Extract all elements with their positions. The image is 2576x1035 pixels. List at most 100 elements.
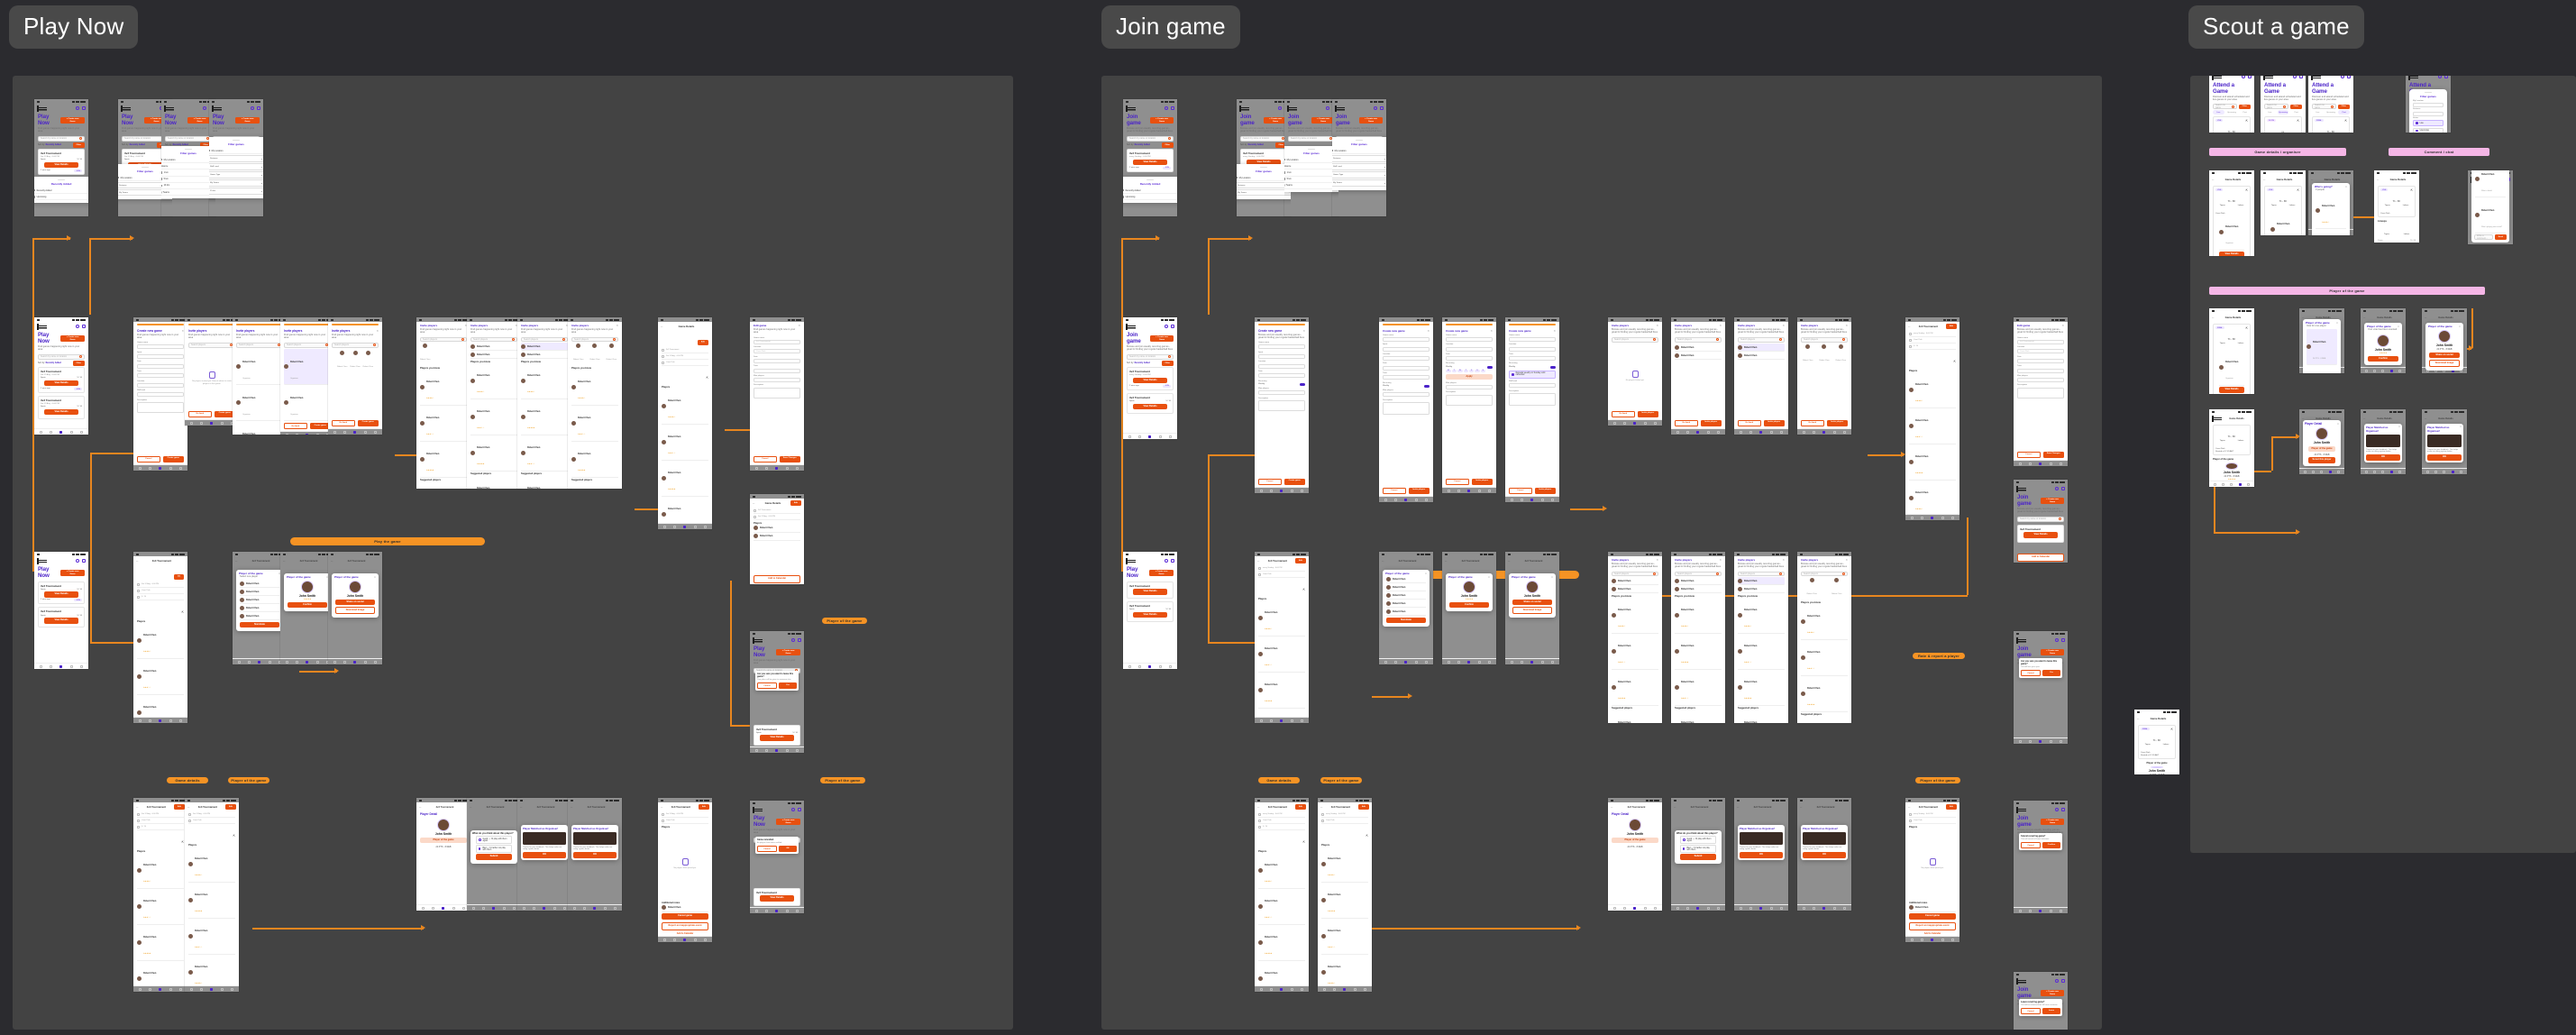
download-image-button[interactable]: Download Image — [1512, 606, 1552, 615]
ok-button[interactable]: OK — [2427, 454, 2462, 461]
attendee-row[interactable]: Robert Chen★★★☆☆ — [2316, 229, 2346, 235]
go-back-button[interactable]: Go back — [332, 419, 355, 426]
cancel-button[interactable]: Cancel — [137, 455, 160, 463]
player-option[interactable]: Robert Chen — [1386, 583, 1426, 591]
cancel-game-button[interactable]: Cancel game — [1909, 913, 1956, 920]
player-row[interactable]: Robert Chen★★★☆☆ — [420, 406, 467, 442]
create-game-button[interactable]: + Create new Game — [60, 334, 85, 343]
sheet-select[interactable]: Distance ▾ — [209, 155, 263, 163]
live-game-card[interactable]: LIVE ⇱ Tigers 71 - 68 Lakers Court Park — [2378, 185, 2416, 217]
player-option[interactable]: Robert Chen — [1386, 608, 1426, 616]
tab-upcoming[interactable]: Upcoming — [2325, 110, 2337, 115]
search-players-input[interactable]: Search players — [284, 342, 331, 348]
add-players-button[interactable]: Invite players — [1471, 478, 1493, 485]
player-row[interactable]: Robert Chen★★★★☆ — [1258, 600, 1305, 637]
back-arrow-icon[interactable]: ← — [520, 805, 523, 809]
share-icon[interactable]: ⇱ — [181, 610, 184, 614]
confirm-button[interactable]: Confirm — [1449, 601, 1489, 609]
sheet-select[interactable]: My Teams ▾ — [1332, 179, 1386, 188]
back-arrow-icon[interactable]: ← — [1674, 805, 1676, 809]
player-row[interactable]: Robert ChenOrganiser — [236, 385, 283, 422]
section-title-join-game[interactable]: Join game — [1101, 5, 1240, 49]
comment-row[interactable]: Robert Chen What a finish! — [2475, 170, 2506, 197]
screen-join-rate-2[interactable]: Invite players ✕ Browse and join weekly r… — [1671, 552, 1725, 723]
bell-icon[interactable] — [82, 325, 86, 328]
bell-icon[interactable] — [1171, 559, 1174, 563]
search-input[interactable]: Search by name or location — [38, 135, 85, 142]
potg-share-dialog[interactable]: Player of the game ✕ John Smith Share on… — [1509, 573, 1556, 618]
screen-invite-empty[interactable]: Invite players✕ Find games happening rig… — [185, 317, 239, 426]
add-to-calendar-button[interactable]: Add to Calendar — [754, 574, 800, 583]
player-row[interactable]: Robert Chen★★★★☆ — [188, 847, 235, 883]
edit-button[interactable]: Ed — [174, 574, 184, 580]
player-row[interactable]: Robert Chen★★★★★ — [470, 435, 517, 472]
invite-players-button[interactable]: Invite players — [1637, 410, 1658, 417]
game-card[interactable]: 3v3 Tournament Spots 5 / 10 View Details — [1127, 601, 1174, 622]
player-row[interactable]: Robert Chen★★★★☆ — [521, 363, 568, 399]
status-option-live[interactable]: Live — [2413, 119, 2444, 127]
back-arrow-icon[interactable]: ← — [1908, 325, 1911, 328]
search-icon[interactable] — [79, 355, 82, 359]
close-icon[interactable]: ✕ — [1553, 329, 1556, 333]
share-icon[interactable]: ⇱ — [2245, 119, 2248, 123]
player-row[interactable]: Robert ChenOrganiser — [236, 349, 283, 386]
player-option[interactable]: Robert Chen — [1386, 600, 1426, 608]
potg-dialog[interactable]: Player of the game ✕ Robert Chen Robert … — [1383, 570, 1430, 627]
player-row[interactable]: Robert Chen★★★★☆ — [420, 370, 467, 406]
back-arrow-icon[interactable]: ← — [2377, 178, 2380, 181]
sheet-select[interactable]: Game Type ▾ — [209, 171, 263, 179]
sheet-option[interactable]: My Location — [161, 157, 215, 164]
player-row[interactable]: Robert Chen★★★★★ — [521, 399, 568, 435]
recurring-toggle[interactable] — [1487, 365, 1493, 369]
screen-edit-game[interactable]: Edit game ✕ Find games happening right no… — [750, 317, 804, 471]
screen-attend-game-live[interactable]: Attend a Game Discover and attend schedu… — [2209, 76, 2254, 133]
close-icon[interactable]: ✕ — [2398, 426, 2400, 428]
location-input[interactable] — [137, 382, 184, 388]
location-input[interactable] — [1383, 356, 1430, 362]
cancel-button[interactable]: Cancel — [1446, 478, 1469, 485]
screen-scout-potg-details[interactable]: ← Game Details FINAL ⇱ Tigers 71 - 68 La… — [2209, 308, 2254, 394]
location-input[interactable] — [2413, 103, 2444, 108]
player-row[interactable]: Robert Chen★★★★☆ — [1321, 847, 1368, 883]
share-icon[interactable]: ⇱ — [2297, 119, 2299, 123]
search-icon[interactable] — [2242, 76, 2245, 78]
player-row[interactable]: Robert Chen★★★☆☆ — [470, 475, 517, 489]
cancel-button[interactable]: Cancel — [2021, 1008, 2041, 1015]
player-row[interactable]: Robert Chen — [1738, 352, 1785, 361]
player-row-selected[interactable]: Robert Chen — [1738, 577, 1785, 586]
player-row[interactable]: Robert Chen — [1675, 585, 1722, 594]
search-icon[interactable] — [2055, 638, 2059, 642]
live-game-card[interactable]: LIVE ⇱ Tigers 71 - 68 Lakers Court Park … — [2213, 115, 2251, 133]
create-game-button[interactable]: + Create new Game — [60, 116, 85, 124]
tab-upcoming[interactable]: Upcoming — [2225, 110, 2238, 115]
sheet-option[interactable]: 10 km — [161, 183, 215, 189]
screen-scout-potg-share[interactable]: ← Game Details Player of the game ✕ John… — [2422, 308, 2467, 373]
create-game-button[interactable]: + Create new Game — [1149, 569, 1174, 577]
view-details-button[interactable]: View Details — [2219, 387, 2244, 393]
date-input[interactable] — [1258, 373, 1305, 379]
bell-icon[interactable] — [82, 559, 86, 563]
sheet-option[interactable]: 1 km — [1284, 169, 1338, 177]
max-players-input[interactable] — [754, 378, 800, 383]
search-icon[interactable] — [2341, 76, 2344, 78]
screen-play-now-detail[interactable]: Play Now + Create new Game Find games ha… — [34, 317, 88, 435]
edit-button[interactable]: Edit — [790, 500, 801, 506]
search-players-input[interactable]: Search players — [1612, 571, 1658, 576]
close-icon[interactable]: ✕ — [2398, 325, 2399, 328]
feedback-option[interactable]: Bad — I'd rather not play with them — [476, 845, 512, 853]
create-game-button[interactable]: + Create new Game — [60, 569, 85, 577]
filter-sheet-distance[interactable]: Filter games My Location Distance 1 km 5… — [161, 146, 215, 199]
screen-feedback-dialog[interactable]: ← 3v3 Tournament What do you think about… — [467, 798, 521, 911]
sheet-select[interactable]: Skill Level ▾ — [1332, 163, 1386, 171]
screen-play-now-modal-2[interactable]: Play Now + Create new Game Find games ha… — [750, 801, 804, 913]
back-arrow-icon[interactable]: ← — [2212, 316, 2215, 319]
close-icon[interactable]: ✕ — [1719, 324, 1722, 327]
edit-button[interactable]: Edit — [173, 804, 185, 810]
player-row[interactable]: Robert Chen★★★★☆ — [470, 363, 517, 399]
feedback-dialog[interactable]: What do you think about this player? Goo… — [1675, 830, 1722, 864]
tab-upcoming[interactable]: Upcoming — [2277, 110, 2289, 115]
back-arrow-icon[interactable]: ← — [1257, 805, 1260, 809]
location-input[interactable]: Court Park — [754, 349, 800, 354]
player-row[interactable]: Robert Chen★★★☆☆ — [1909, 408, 1956, 444]
sheet-option[interactable]: My Location — [1332, 148, 1386, 155]
